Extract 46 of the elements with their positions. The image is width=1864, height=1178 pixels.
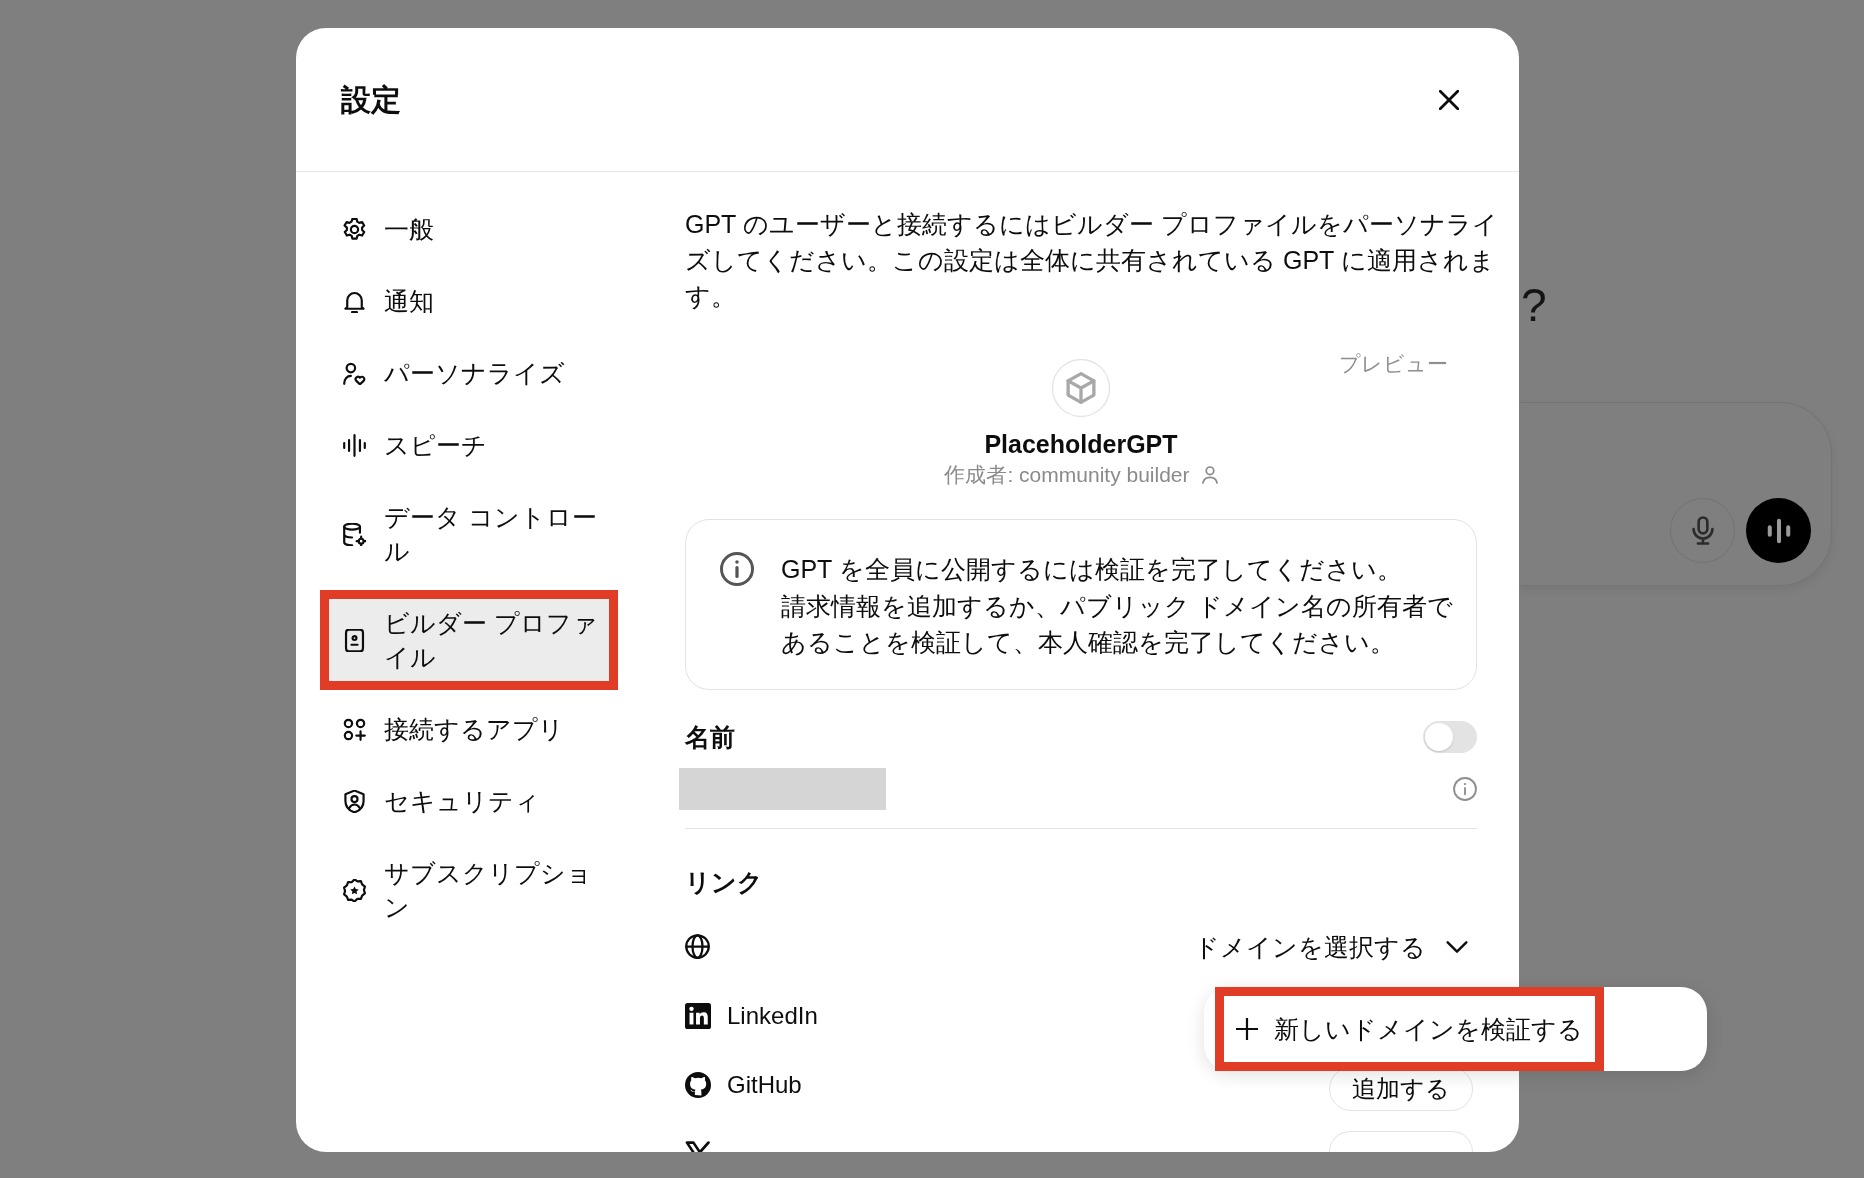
notice-text: GPT を全員に公開するには検証を完了してください。 [781,554,1403,585]
sidebar-item[interactable]: サブスクリプション [329,849,609,931]
linkedin-logo-icon [685,1002,711,1029]
close-icon [1439,89,1459,110]
cube-avatar-icon [1052,359,1110,417]
waveform-icon [1766,517,1791,544]
heading-text: ? [1521,280,1547,330]
gpt-name: PlaceholderGPT [984,429,1178,460]
gear-icon [343,217,366,241]
waveform-icon [343,433,366,457]
notice-text: 請求情報を追加するか、パブリック ドメイン名の所有者であることを検証して、本人確認を完了してください。 [781,590,1454,658]
github-logo-icon [685,1071,711,1098]
menu-item[interactable]: 新しいドメインを検証する [1224,996,1595,1062]
preview-label: プレビュー [1339,351,1448,377]
person-icon [1201,466,1218,484]
person-heart-icon [343,361,366,385]
info-icon [1453,776,1477,801]
sidebar-item[interactable]: 通知 [329,277,609,325]
apps-grid-icon [343,717,366,741]
account-label: LinkedIn [727,1000,818,1031]
sidebar-item[interactable]: 接続するアプリ [329,705,609,753]
id-card-icon [343,628,366,652]
toggle-switch[interactable] [1423,720,1477,753]
description-text: GPT のユーザーと接続するにはビルダー プロファイルをパーソナライズしてください。この設定は全体に共有されている GPT に適用されます。 [685,209,1499,312]
bell-icon [343,289,366,313]
chevron-down-icon [1446,940,1468,953]
domain-select[interactable]: ドメインを選択する [1194,929,1477,964]
info-icon [720,552,754,586]
sidebar-item[interactable]: パーソナライズ [329,349,609,397]
dialog-title: 設定 [341,81,401,118]
sidebar-item[interactable]: データ コントロール [329,493,609,575]
shield-person-icon [343,789,366,813]
microphone-icon [1691,516,1714,545]
section-heading: リンク [685,866,764,898]
author-text: 作成者: community builder [944,462,1190,488]
sidebar-item[interactable]: ビルダー プロファイル [329,599,609,681]
database-gear-icon [343,522,366,546]
globe-icon [685,934,710,959]
x-logo-icon [685,1140,711,1152]
sidebar-item[interactable]: スピーチ [329,421,609,469]
sidebar-item[interactable]: セキュリティ [329,777,609,825]
account-label: GitHub [727,1069,802,1100]
plus-icon [1236,1018,1258,1040]
star-badge-icon [343,878,366,902]
sidebar-item[interactable]: 一般 [329,205,609,253]
field-label: 名前 [685,721,735,753]
